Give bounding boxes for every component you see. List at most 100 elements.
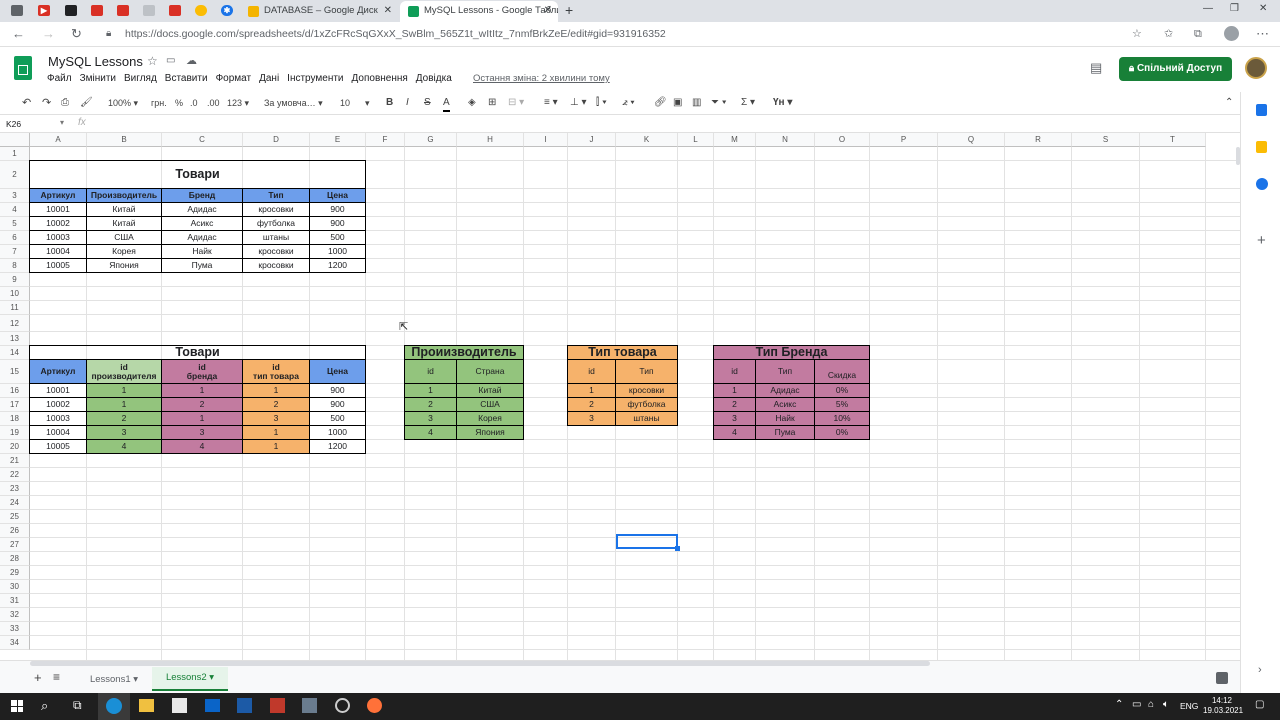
more-icon[interactable]: ⋯ [1256, 26, 1269, 42]
row-header[interactable]: 27 [0, 538, 30, 552]
table-cell[interactable]: 10005 [29, 258, 87, 273]
firefox-icon[interactable] [367, 698, 382, 713]
pinned-tab[interactable] [166, 3, 184, 18]
table-cell[interactable]: 900 [309, 202, 366, 217]
table-cell[interactable]: 3 [404, 411, 457, 426]
table-header[interactable]: id [713, 359, 756, 384]
table-cell[interactable]: 1 [161, 383, 243, 398]
explorer-icon[interactable] [139, 699, 154, 712]
table-cell[interactable]: Китай [456, 383, 524, 398]
chart-icon[interactable]: ▥ [692, 96, 701, 110]
table-cell[interactable]: 1000 [309, 244, 366, 259]
menu-file[interactable]: Файл [47, 73, 72, 84]
table-cell[interactable]: Асикс [755, 397, 815, 412]
row-header[interactable]: 3 [0, 189, 30, 203]
table-cell[interactable]: 2 [713, 397, 756, 412]
menu-format[interactable]: Формат [216, 73, 252, 84]
share-button[interactable]: 🔒︎ Спільний Доступ [1119, 57, 1232, 81]
table-cell[interactable]: 1200 [309, 258, 366, 273]
lock-icon[interactable]: 🔒︎ [106, 26, 111, 42]
close-icon[interactable]: ✕ [544, 1, 552, 21]
browser-tab-sheets[interactable]: MySQL Lessons - Google Табли… ✕ [400, 1, 558, 22]
more-formats-select[interactable]: 123 ▾ [227, 96, 249, 110]
table-cell[interactable]: 3 [161, 425, 243, 440]
new-tab-button[interactable]: + [565, 2, 573, 18]
table-cell[interactable]: Адидас [755, 383, 815, 398]
table-cell[interactable]: 4 [404, 425, 457, 440]
table-title[interactable]: Товари [29, 345, 366, 360]
table-header[interactable]: id тип товара [242, 359, 310, 384]
store-icon[interactable] [172, 698, 187, 713]
table-cell[interactable]: 1 [242, 439, 310, 454]
table-cell[interactable]: Пума [755, 425, 815, 440]
row-header[interactable]: 18 [0, 412, 30, 426]
italic-button[interactable]: I [406, 96, 409, 110]
table-cell[interactable]: кросовки [242, 202, 310, 217]
profile-avatar[interactable] [1224, 26, 1239, 41]
table-cell[interactable]: 1 [242, 383, 310, 398]
horizontal-scrollbar[interactable] [30, 661, 930, 666]
table-cell[interactable]: Пума [161, 258, 243, 273]
menu-edit[interactable]: Змінити [80, 73, 116, 84]
table-header[interactable]: Тип [755, 359, 815, 384]
column-header[interactable]: P [870, 133, 938, 147]
sheet-tab-lessons1[interactable]: Lessons1 ▾ [78, 669, 150, 691]
align-horizontal-icon[interactable]: ≡ ▾ [544, 96, 558, 110]
table-cell[interactable]: 3 [713, 411, 756, 426]
table-cell[interactable]: 900 [309, 216, 366, 231]
row-header[interactable]: 26 [0, 524, 30, 538]
row-header[interactable]: 2 [0, 161, 30, 189]
table-cell[interactable]: Япония [456, 425, 524, 440]
all-sheets-icon[interactable]: ≡ [53, 670, 60, 684]
network-icon[interactable]: ⌂ [1148, 699, 1154, 710]
table-cell[interactable]: 10001 [29, 383, 87, 398]
table-cell[interactable]: 1 [567, 383, 616, 398]
row-header[interactable]: 28 [0, 552, 30, 566]
add-sheet-button[interactable]: + [34, 670, 42, 685]
column-header[interactable]: Q [938, 133, 1005, 147]
table-header[interactable]: Страна [456, 359, 524, 384]
row-header[interactable]: 25 [0, 510, 30, 524]
zoom-select[interactable]: 100% ▾ [108, 96, 138, 110]
undo-icon[interactable]: ↶ [22, 96, 31, 110]
menu-insert[interactable]: Вставити [165, 73, 208, 84]
table-cell[interactable]: Адидас [161, 202, 243, 217]
comment-icon[interactable]: ▣ [673, 96, 682, 110]
fill-handle[interactable] [675, 546, 680, 551]
table-cell[interactable]: 2 [404, 397, 457, 412]
column-header[interactable]: L [678, 133, 714, 147]
text-rotate-icon[interactable]: ⦨ ▾ [622, 96, 635, 110]
row-header[interactable]: 31 [0, 594, 30, 608]
row-header[interactable]: 16 [0, 384, 30, 398]
table-title[interactable]: Тип Бренда [713, 345, 870, 360]
menu-addons[interactable]: Доповнення [352, 73, 408, 84]
table-cell[interactable]: 10001 [29, 202, 87, 217]
column-header[interactable]: H [457, 133, 524, 147]
column-header[interactable]: K [616, 133, 678, 147]
decrease-decimal-button[interactable]: .0 [190, 96, 198, 110]
clock[interactable]: 14:12 19.03.2021 [1203, 696, 1243, 716]
row-header[interactable]: 17 [0, 398, 30, 412]
column-header[interactable]: E [310, 133, 366, 147]
table-cell[interactable]: 10004 [29, 425, 87, 440]
column-header[interactable]: R [1005, 133, 1072, 147]
notifications-icon[interactable]: ▢ [1255, 699, 1264, 710]
column-header[interactable]: I [524, 133, 568, 147]
column-header[interactable]: D [243, 133, 310, 147]
table-header[interactable]: Бренд [161, 188, 243, 203]
font-select[interactable]: За умовча… ▾ [264, 96, 323, 110]
row-header[interactable]: 11 [0, 301, 30, 315]
table-cell[interactable]: 4 [86, 439, 162, 454]
table-cell[interactable]: 1 [713, 383, 756, 398]
table-cell[interactable]: 1000 [309, 425, 366, 440]
row-header[interactable]: 30 [0, 580, 30, 594]
link-icon[interactable]: 🔗︎ [654, 96, 667, 110]
table-cell[interactable]: 10005 [29, 439, 87, 454]
table-cell[interactable]: США [456, 397, 524, 412]
text-color-button[interactable]: A [443, 96, 450, 112]
paint-format-icon[interactable]: 🖌︎ [80, 96, 93, 110]
row-header[interactable]: 14 [0, 346, 30, 360]
collections-icon[interactable]: ⧉ [1194, 26, 1202, 42]
column-header[interactable]: F [366, 133, 405, 147]
pinned-tab[interactable] [62, 3, 80, 18]
